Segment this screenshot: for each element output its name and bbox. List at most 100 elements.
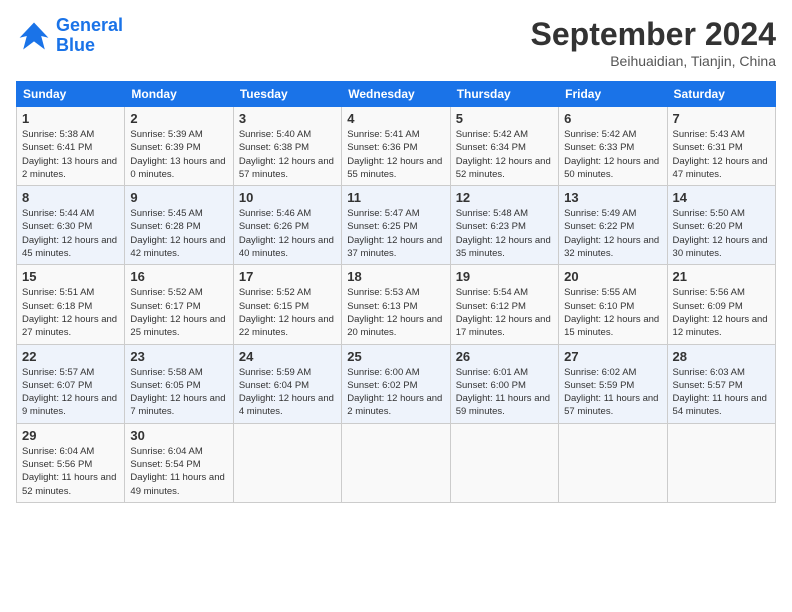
day-info: Sunrise: 5:57 AM Sunset: 6:07 PM Dayligh… <box>22 366 119 419</box>
day-number: 5 <box>456 111 553 126</box>
day-info: Sunrise: 5:44 AM Sunset: 6:30 PM Dayligh… <box>22 207 119 260</box>
calendar-cell: 13 Sunrise: 5:49 AM Sunset: 6:22 PM Dayl… <box>559 186 667 265</box>
calendar-cell: 30 Sunrise: 6:04 AM Sunset: 5:54 PM Dayl… <box>125 423 233 502</box>
calendar-cell: 19 Sunrise: 5:54 AM Sunset: 6:12 PM Dayl… <box>450 265 558 344</box>
calendar-cell: 7 Sunrise: 5:43 AM Sunset: 6:31 PM Dayli… <box>667 107 775 186</box>
calendar-cell: 10 Sunrise: 5:46 AM Sunset: 6:26 PM Dayl… <box>233 186 341 265</box>
day-number: 7 <box>673 111 770 126</box>
calendar-cell: 4 Sunrise: 5:41 AM Sunset: 6:36 PM Dayli… <box>342 107 450 186</box>
calendar-cell <box>559 423 667 502</box>
calendar-cell: 15 Sunrise: 5:51 AM Sunset: 6:18 PM Dayl… <box>17 265 125 344</box>
day-info: Sunrise: 5:39 AM Sunset: 6:39 PM Dayligh… <box>130 128 227 181</box>
calendar-cell <box>450 423 558 502</box>
weekday-header-monday: Monday <box>125 82 233 107</box>
day-number: 22 <box>22 349 119 364</box>
day-number: 13 <box>564 190 661 205</box>
calendar-cell: 23 Sunrise: 5:58 AM Sunset: 6:05 PM Dayl… <box>125 344 233 423</box>
day-number: 1 <box>22 111 119 126</box>
weekday-header-thursday: Thursday <box>450 82 558 107</box>
page-header: General Blue September 2024 Beihuaidian,… <box>16 16 776 69</box>
calendar-cell <box>233 423 341 502</box>
calendar-cell <box>342 423 450 502</box>
logo-bird-icon <box>16 18 52 54</box>
day-number: 2 <box>130 111 227 126</box>
calendar-cell: 29 Sunrise: 6:04 AM Sunset: 5:56 PM Dayl… <box>17 423 125 502</box>
title-block: September 2024 Beihuaidian, Tianjin, Chi… <box>531 16 776 69</box>
day-info: Sunrise: 5:55 AM Sunset: 6:10 PM Dayligh… <box>564 286 661 339</box>
day-number: 6 <box>564 111 661 126</box>
weekday-header-wednesday: Wednesday <box>342 82 450 107</box>
day-info: Sunrise: 5:40 AM Sunset: 6:38 PM Dayligh… <box>239 128 336 181</box>
day-number: 27 <box>564 349 661 364</box>
day-info: Sunrise: 5:52 AM Sunset: 6:17 PM Dayligh… <box>130 286 227 339</box>
day-info: Sunrise: 5:45 AM Sunset: 6:28 PM Dayligh… <box>130 207 227 260</box>
calendar-cell: 18 Sunrise: 5:53 AM Sunset: 6:13 PM Dayl… <box>342 265 450 344</box>
day-info: Sunrise: 5:42 AM Sunset: 6:34 PM Dayligh… <box>456 128 553 181</box>
calendar-cell: 5 Sunrise: 5:42 AM Sunset: 6:34 PM Dayli… <box>450 107 558 186</box>
calendar-cell: 25 Sunrise: 6:00 AM Sunset: 6:02 PM Dayl… <box>342 344 450 423</box>
calendar-cell: 22 Sunrise: 5:57 AM Sunset: 6:07 PM Dayl… <box>17 344 125 423</box>
calendar-cell: 1 Sunrise: 5:38 AM Sunset: 6:41 PM Dayli… <box>17 107 125 186</box>
day-info: Sunrise: 5:50 AM Sunset: 6:20 PM Dayligh… <box>673 207 770 260</box>
day-number: 3 <box>239 111 336 126</box>
day-number: 12 <box>456 190 553 205</box>
day-info: Sunrise: 5:38 AM Sunset: 6:41 PM Dayligh… <box>22 128 119 181</box>
location-subtitle: Beihuaidian, Tianjin, China <box>531 53 776 69</box>
day-number: 10 <box>239 190 336 205</box>
day-info: Sunrise: 5:58 AM Sunset: 6:05 PM Dayligh… <box>130 366 227 419</box>
calendar-cell <box>667 423 775 502</box>
calendar-cell: 8 Sunrise: 5:44 AM Sunset: 6:30 PM Dayli… <box>17 186 125 265</box>
day-number: 26 <box>456 349 553 364</box>
day-number: 19 <box>456 269 553 284</box>
day-number: 9 <box>130 190 227 205</box>
calendar-cell: 11 Sunrise: 5:47 AM Sunset: 6:25 PM Dayl… <box>342 186 450 265</box>
day-number: 30 <box>130 428 227 443</box>
day-number: 16 <box>130 269 227 284</box>
calendar-cell: 9 Sunrise: 5:45 AM Sunset: 6:28 PM Dayli… <box>125 186 233 265</box>
day-number: 20 <box>564 269 661 284</box>
day-number: 24 <box>239 349 336 364</box>
day-number: 29 <box>22 428 119 443</box>
day-info: Sunrise: 5:59 AM Sunset: 6:04 PM Dayligh… <box>239 366 336 419</box>
logo-blue: Blue <box>56 35 95 55</box>
day-info: Sunrise: 5:47 AM Sunset: 6:25 PM Dayligh… <box>347 207 444 260</box>
day-number: 18 <box>347 269 444 284</box>
calendar-table: SundayMondayTuesdayWednesdayThursdayFrid… <box>16 81 776 503</box>
weekday-header-tuesday: Tuesday <box>233 82 341 107</box>
calendar-cell: 27 Sunrise: 6:02 AM Sunset: 5:59 PM Dayl… <box>559 344 667 423</box>
day-info: Sunrise: 6:01 AM Sunset: 6:00 PM Dayligh… <box>456 366 553 419</box>
day-info: Sunrise: 5:49 AM Sunset: 6:22 PM Dayligh… <box>564 207 661 260</box>
calendar-cell: 16 Sunrise: 5:52 AM Sunset: 6:17 PM Dayl… <box>125 265 233 344</box>
day-number: 4 <box>347 111 444 126</box>
day-info: Sunrise: 5:48 AM Sunset: 6:23 PM Dayligh… <box>456 207 553 260</box>
day-info: Sunrise: 5:43 AM Sunset: 6:31 PM Dayligh… <box>673 128 770 181</box>
calendar-cell: 14 Sunrise: 5:50 AM Sunset: 6:20 PM Dayl… <box>667 186 775 265</box>
calendar-cell: 24 Sunrise: 5:59 AM Sunset: 6:04 PM Dayl… <box>233 344 341 423</box>
weekday-header-sunday: Sunday <box>17 82 125 107</box>
day-info: Sunrise: 5:53 AM Sunset: 6:13 PM Dayligh… <box>347 286 444 339</box>
day-number: 21 <box>673 269 770 284</box>
day-info: Sunrise: 5:42 AM Sunset: 6:33 PM Dayligh… <box>564 128 661 181</box>
day-info: Sunrise: 5:46 AM Sunset: 6:26 PM Dayligh… <box>239 207 336 260</box>
logo-text: General Blue <box>56 16 123 56</box>
weekday-header-friday: Friday <box>559 82 667 107</box>
day-number: 8 <box>22 190 119 205</box>
day-info: Sunrise: 5:41 AM Sunset: 6:36 PM Dayligh… <box>347 128 444 181</box>
logo: General Blue <box>16 16 123 56</box>
day-info: Sunrise: 5:54 AM Sunset: 6:12 PM Dayligh… <box>456 286 553 339</box>
day-info: Sunrise: 5:56 AM Sunset: 6:09 PM Dayligh… <box>673 286 770 339</box>
calendar-cell: 21 Sunrise: 5:56 AM Sunset: 6:09 PM Dayl… <box>667 265 775 344</box>
calendar-cell: 3 Sunrise: 5:40 AM Sunset: 6:38 PM Dayli… <box>233 107 341 186</box>
calendar-cell: 6 Sunrise: 5:42 AM Sunset: 6:33 PM Dayli… <box>559 107 667 186</box>
calendar-cell: 28 Sunrise: 6:03 AM Sunset: 5:57 PM Dayl… <box>667 344 775 423</box>
day-number: 25 <box>347 349 444 364</box>
day-number: 11 <box>347 190 444 205</box>
logo-general: General <box>56 15 123 35</box>
day-number: 28 <box>673 349 770 364</box>
day-info: Sunrise: 6:04 AM Sunset: 5:54 PM Dayligh… <box>130 445 227 498</box>
calendar-cell: 17 Sunrise: 5:52 AM Sunset: 6:15 PM Dayl… <box>233 265 341 344</box>
month-year-title: September 2024 <box>531 16 776 53</box>
calendar-cell: 26 Sunrise: 6:01 AM Sunset: 6:00 PM Dayl… <box>450 344 558 423</box>
day-info: Sunrise: 6:00 AM Sunset: 6:02 PM Dayligh… <box>347 366 444 419</box>
calendar-cell: 12 Sunrise: 5:48 AM Sunset: 6:23 PM Dayl… <box>450 186 558 265</box>
